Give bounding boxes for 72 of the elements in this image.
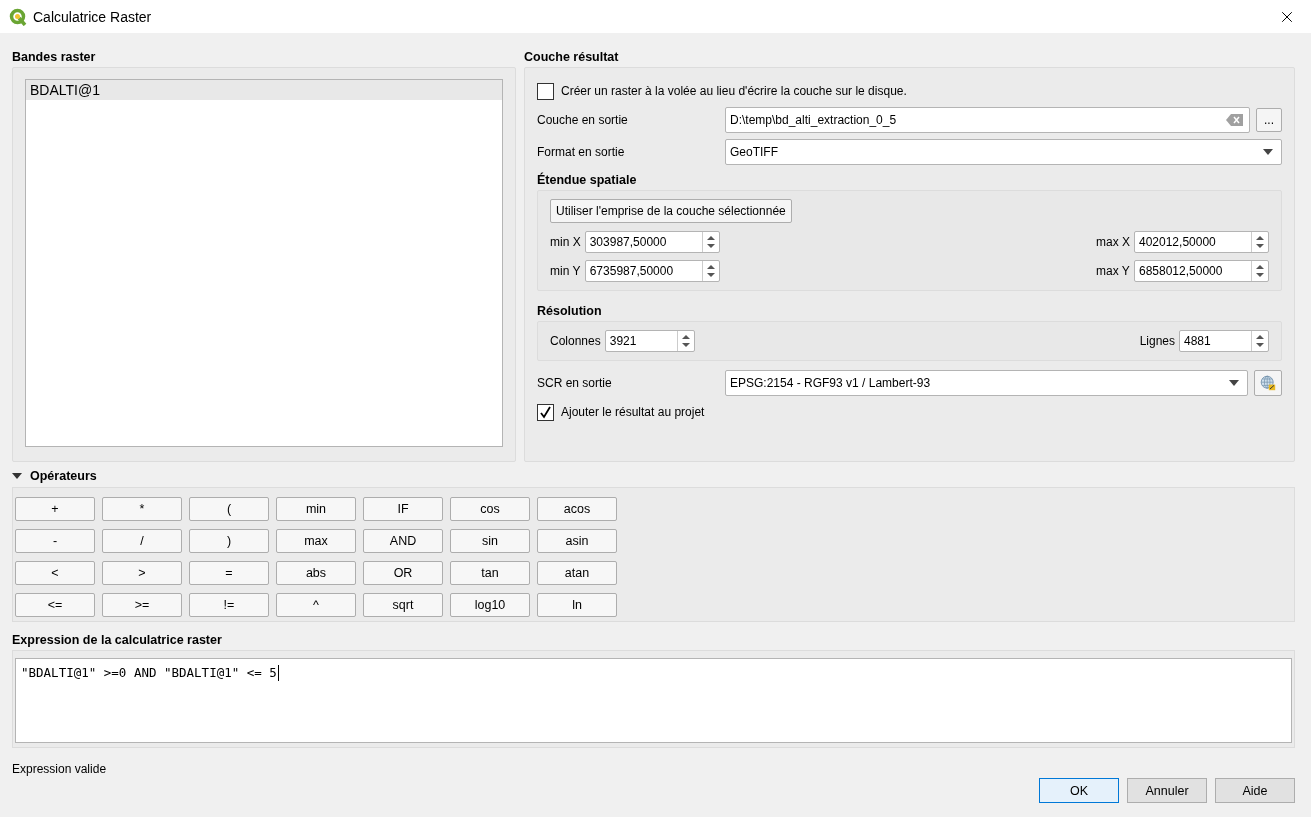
section-heading: Expression de la calculatrice raster — [12, 632, 223, 649]
operator-button[interactable]: - — [15, 529, 95, 553]
operator-button[interactable]: atan — [537, 561, 617, 585]
operator-button[interactable]: ) — [189, 529, 269, 553]
list-item[interactable]: BDALTI@1 — [26, 80, 502, 100]
operator-button[interactable]: abs — [276, 561, 356, 585]
operator-button[interactable]: max — [276, 529, 356, 553]
operator-button[interactable]: = — [189, 561, 269, 585]
checkbox[interactable] — [537, 82, 554, 100]
operator-button[interactable]: OR — [363, 561, 443, 585]
field-label: max X — [1096, 235, 1130, 249]
expression-field[interactable]: "BDALTI@1" >=0 AND "BDALTI@1" <= 5 — [15, 658, 1292, 743]
operator-button[interactable]: ln — [537, 593, 617, 617]
checkbox-label: Créer un raster à la volée au lieu d'écrire la couche sur le disque. — [561, 84, 907, 98]
operator-button[interactable]: ^ — [276, 593, 356, 617]
operator-button[interactable]: asin — [537, 529, 617, 553]
number-field[interactable]: 3921 — [604, 330, 695, 352]
globe-icon — [1260, 373, 1276, 393]
number-field[interactable]: 4881 — [1179, 330, 1269, 352]
number-field[interactable]: 6735987,50000 — [584, 260, 720, 282]
operator-button[interactable]: >= — [102, 593, 182, 617]
section-heading: Couche résultat — [524, 49, 620, 66]
operator-button[interactable]: > — [102, 561, 182, 585]
operator-button[interactable]: tan — [450, 561, 530, 585]
clear-icon — [1226, 114, 1243, 126]
collapse-triangle-icon[interactable] — [12, 471, 22, 481]
operator-button[interactable]: < — [15, 561, 95, 585]
number-field[interactable]: 303987,50000 — [584, 231, 720, 253]
operator-button[interactable]: AND — [363, 529, 443, 553]
operator-button[interactable]: * — [102, 497, 182, 521]
operator-button[interactable]: / — [102, 529, 182, 553]
operator-button[interactable]: IF — [363, 497, 443, 521]
field-label: max Y — [1096, 264, 1130, 278]
dialog-button[interactable]: OK — [1039, 778, 1119, 803]
dropdown-arrow-icon — [1229, 380, 1239, 386]
crs-dropdown[interactable]: EPSG:2154 - RGF93 v1 / Lambert-93 — [725, 370, 1248, 396]
operator-button[interactable]: ( — [189, 497, 269, 521]
operator-button[interactable]: != — [189, 593, 269, 617]
operator-button[interactable]: acos — [537, 497, 617, 521]
field-label: Couche en sortie — [537, 113, 629, 127]
operator-button[interactable]: min — [276, 497, 356, 521]
operator-button[interactable]: cos — [450, 497, 530, 521]
app-logo-icon — [9, 7, 27, 26]
operator-button[interactable]: sin — [450, 529, 530, 553]
number-field[interactable]: 402012,50000 — [1134, 231, 1269, 253]
operator-button[interactable]: <= — [15, 593, 95, 617]
operator-button[interactable]: log10 — [450, 593, 530, 617]
section-heading: Opérateurs — [30, 468, 97, 485]
dropdown-arrow-icon — [1263, 149, 1273, 155]
checkbox[interactable] — [537, 403, 554, 421]
path-field[interactable]: D:\temp\bd_alti_extraction_0_5 — [725, 107, 1250, 133]
browse-button[interactable]: ... — [1256, 108, 1282, 132]
section-heading: Résolution — [537, 303, 603, 320]
dialog-button[interactable]: Aide — [1215, 778, 1295, 803]
checkbox-label: Ajouter le résultat au projet — [561, 405, 705, 419]
field-label: min X — [550, 235, 581, 249]
field-label: SCR en sortie — [537, 376, 613, 390]
operator-button[interactable]: sqrt — [363, 593, 443, 617]
field-label: Colonnes — [550, 334, 601, 348]
field-label: Format en sortie — [537, 145, 626, 159]
format-dropdown[interactable]: GeoTIFF — [725, 139, 1282, 165]
number-field[interactable]: 6858012,50000 — [1134, 260, 1269, 282]
status-text: Expression valide — [12, 762, 108, 778]
section-heading: Bandes raster — [12, 49, 97, 66]
field-label: min Y — [550, 264, 581, 278]
text-cursor — [277, 665, 279, 681]
operator-button[interactable]: + — [15, 497, 95, 521]
section-heading: Étendue spatiale — [537, 171, 638, 189]
extent-button[interactable]: Utiliser l'emprise de la couche sélectionnée — [550, 199, 792, 223]
window-title: Calculatrice Raster — [33, 8, 153, 25]
field-label: Lignes — [1139, 334, 1175, 348]
dialog-button[interactable]: Annuler — [1127, 778, 1207, 803]
